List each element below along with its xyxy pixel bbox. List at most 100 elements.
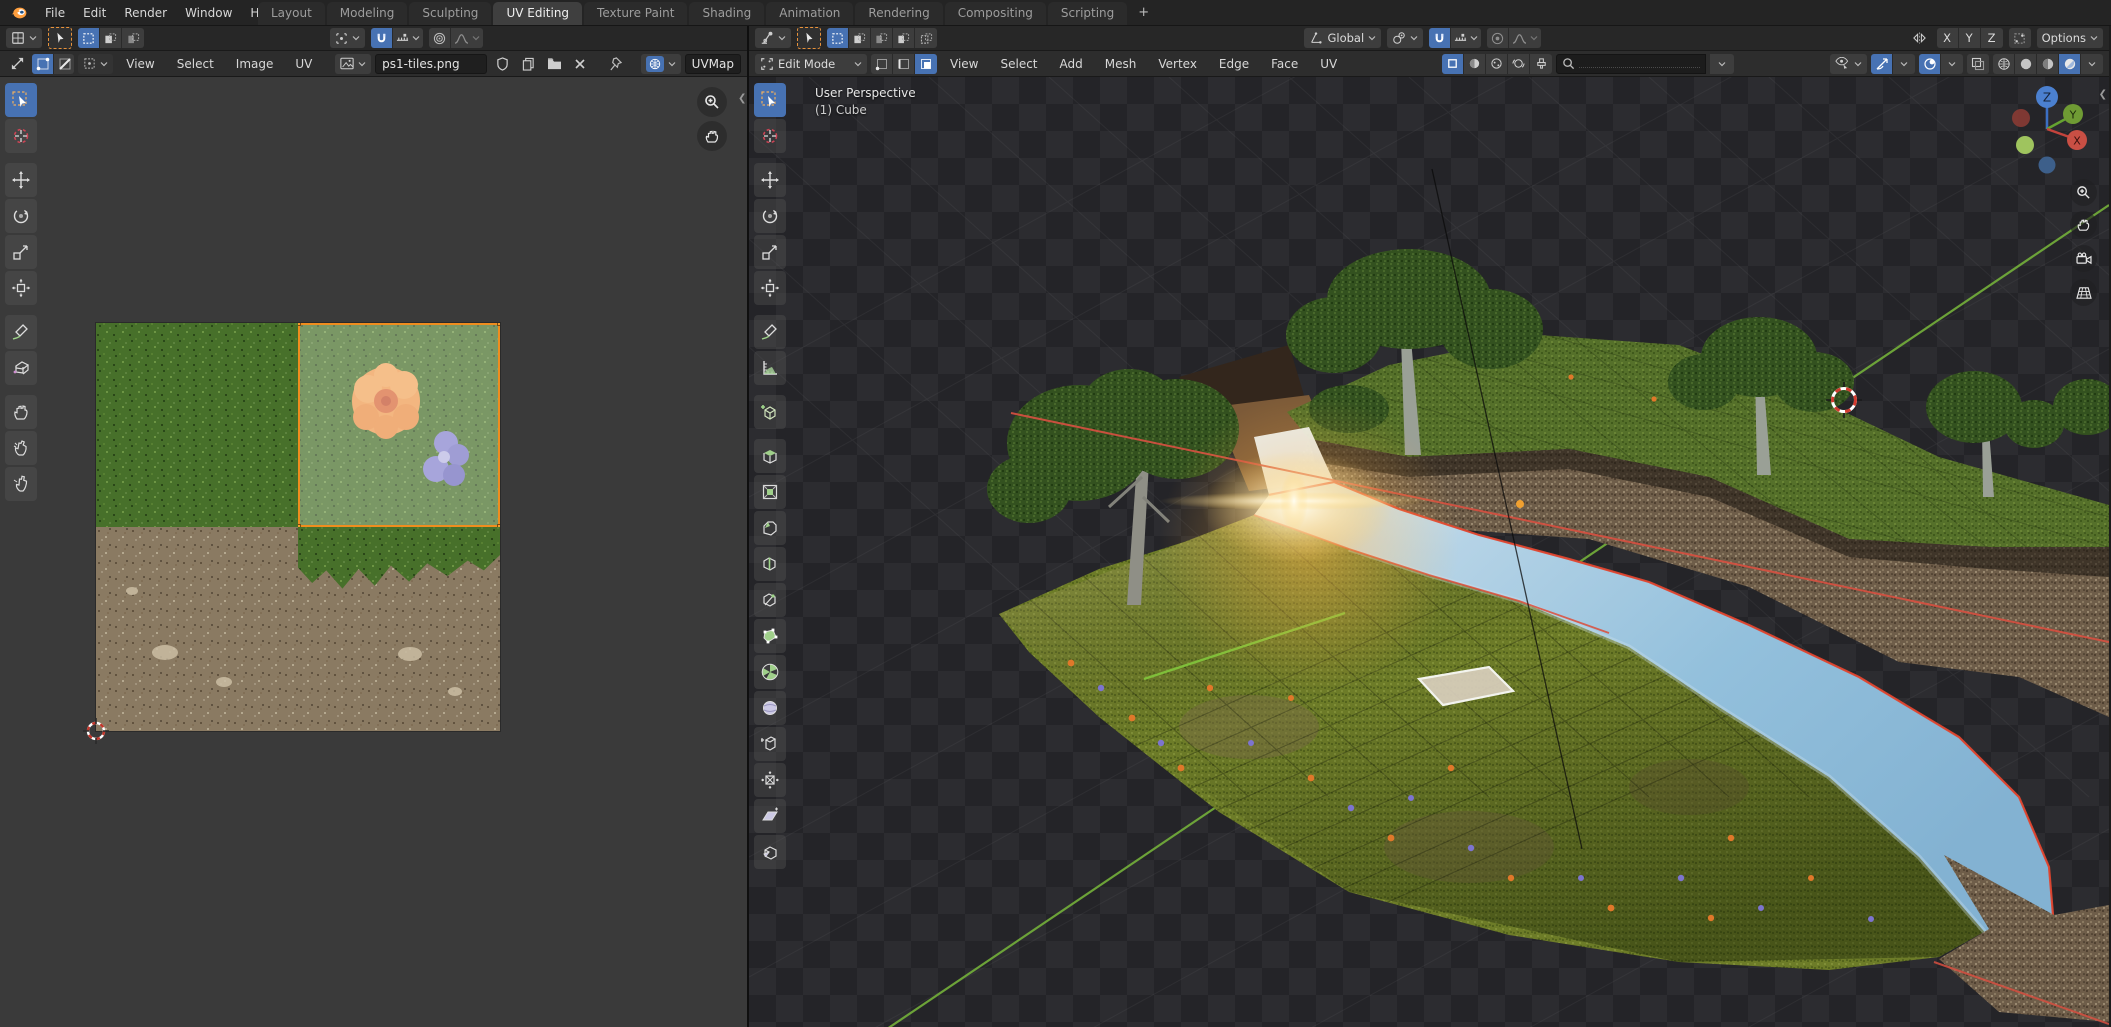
vp-camera-view-button[interactable] [2070, 245, 2097, 272]
navigation-gizmo[interactable]: Z Y X [2001, 83, 2093, 175]
scale-tool[interactable] [754, 235, 786, 269]
show-overlays-toggle[interactable] [1919, 54, 1941, 74]
vp-pan-button[interactable] [2070, 211, 2097, 238]
gizmo-neg-z-ball[interactable] [2039, 157, 2056, 174]
pin-icon[interactable] [605, 54, 627, 74]
poly-build-tool[interactable] [754, 619, 786, 653]
uv-sync-selection-toggle[interactable] [6, 54, 28, 74]
select-set-button[interactable] [78, 28, 100, 48]
select-intersect-button[interactable] [915, 28, 937, 48]
search-expand-chevron[interactable] [1710, 54, 1734, 74]
vp-menu-vertex[interactable]: Vertex [1149, 53, 1206, 75]
overlays-dropdown[interactable] [1941, 54, 1963, 74]
tab-layout[interactable]: Layout [258, 2, 325, 25]
uv-edge-mode-button[interactable] [54, 54, 74, 74]
select-set-button[interactable] [827, 28, 849, 48]
pivot-point-dropdown[interactable] [1387, 28, 1423, 48]
face-select-button[interactable] [915, 54, 937, 74]
shading-wireframe-button[interactable] [1993, 54, 2015, 74]
menu-file[interactable]: File [36, 2, 74, 24]
annotate-tool[interactable] [5, 315, 37, 349]
vp-menu-mesh[interactable]: Mesh [1096, 53, 1146, 75]
uv-active-tool-button[interactable] [48, 27, 72, 49]
add-cube-tool[interactable] [754, 395, 786, 429]
uv-pan-button[interactable] [697, 121, 727, 151]
gizmo-neg-y-ball[interactable] [2016, 136, 2034, 154]
tab-modeling[interactable]: Modeling [327, 2, 408, 25]
mirror-x-button[interactable]: X [1937, 28, 1959, 48]
vp-canvas[interactable]: User Perspective (1) Cube [749, 77, 2109, 1027]
filter-model-icon[interactable] [1442, 54, 1464, 74]
bevel-tool[interactable] [754, 511, 786, 545]
uv-collapse-arrow-icon[interactable]: ❮ [738, 93, 746, 104]
select-extend-button[interactable] [849, 28, 871, 48]
filter-material-icon[interactable] [1464, 54, 1486, 74]
show-gizmo-toggle[interactable] [1871, 54, 1893, 74]
knife-tool[interactable] [754, 583, 786, 617]
uv-menu-image[interactable]: Image [227, 53, 283, 75]
rip-region-tool[interactable] [754, 835, 786, 869]
edge-slide-tool[interactable] [754, 727, 786, 761]
vertex-select-button[interactable] [871, 54, 893, 74]
open-image-button[interactable] [543, 54, 565, 74]
texture-image[interactable] [96, 323, 500, 731]
filter-hdr-icon[interactable] [1508, 54, 1530, 74]
select-subtract-button[interactable] [871, 28, 893, 48]
menu-window[interactable]: Window [176, 2, 241, 24]
move-tool[interactable] [754, 163, 786, 197]
tab-compositing[interactable]: Compositing [945, 2, 1046, 25]
snap-symmetry-button[interactable] [2009, 28, 2031, 48]
tweak-select-tool[interactable] [5, 83, 37, 117]
shading-rendered-button[interactable] [2059, 54, 2081, 74]
xray-toggle[interactable] [1967, 54, 1989, 74]
tweak-select-tool[interactable] [754, 83, 786, 117]
proportional-edit-toggle[interactable] [1487, 28, 1509, 48]
tile-grass-flowers[interactable] [298, 323, 500, 527]
tab-rendering[interactable]: Rendering [855, 2, 942, 25]
menu-edit[interactable]: Edit [74, 2, 115, 24]
vp-active-tool-button[interactable] [797, 27, 821, 49]
snap-magnet-toggle[interactable] [1429, 28, 1451, 48]
shear-tool[interactable] [754, 799, 786, 833]
vp-collapse-arrow-icon[interactable]: ❮ [2099, 89, 2107, 100]
unlink-image-button[interactable] [569, 54, 591, 74]
vp-menu-view[interactable]: View [941, 53, 987, 75]
vp-active-tool-dropdown[interactable] [755, 28, 791, 48]
inset-faces-tool[interactable] [754, 475, 786, 509]
options-dropdown[interactable]: Options [2037, 28, 2103, 48]
transform-orientation-dropdown[interactable]: Global [1304, 28, 1381, 48]
uv-pivot-dropdown[interactable] [330, 28, 365, 48]
uv-menu-uv[interactable]: UV [286, 53, 321, 75]
annotate-tool[interactable] [754, 315, 786, 349]
transform-tool[interactable] [754, 271, 786, 305]
smooth-tool[interactable] [754, 691, 786, 725]
shrink-fatten-tool[interactable] [754, 763, 786, 797]
transform-tool[interactable] [5, 271, 37, 305]
image-name-field[interactable]: ps1-tiles.png [375, 54, 487, 74]
edge-select-button[interactable] [893, 54, 915, 74]
gizmo-dropdown[interactable] [1893, 54, 1915, 74]
vp-ortho-grid-button[interactable] [2070, 279, 2097, 306]
uv-map-dropdown[interactable] [641, 54, 681, 74]
uv-sticky-select-dropdown[interactable] [78, 54, 113, 74]
snap-target-dropdown[interactable] [393, 28, 423, 48]
snap-magnet-toggle[interactable] [371, 28, 393, 48]
vp-menu-uv[interactable]: UV [1311, 53, 1346, 75]
spin-tool[interactable] [754, 655, 786, 689]
shading-solid-button[interactable] [2015, 54, 2037, 74]
grab-brush-tool[interactable] [5, 395, 37, 429]
mode-dropdown[interactable]: Edit Mode [755, 54, 867, 74]
uv-editor-type-dropdown[interactable] [6, 28, 42, 48]
selected-uv-face[interactable] [298, 323, 500, 527]
menu-render[interactable]: Render [115, 2, 176, 24]
mirror-y-button[interactable]: Y [1959, 28, 1981, 48]
measure-tool[interactable] [754, 351, 786, 385]
uv-canvas[interactable]: ❮ [0, 77, 747, 1027]
tab-uv-editing[interactable]: UV Editing [493, 2, 582, 25]
vp-menu-face[interactable]: Face [1262, 53, 1307, 75]
extrude-region-tool[interactable] [754, 439, 786, 473]
new-image-button[interactable] [517, 54, 539, 74]
tab-texture-paint[interactable]: Texture Paint [584, 2, 687, 25]
loop-cut-tool[interactable] [754, 547, 786, 581]
falloff-curve-dropdown[interactable] [1509, 28, 1541, 48]
